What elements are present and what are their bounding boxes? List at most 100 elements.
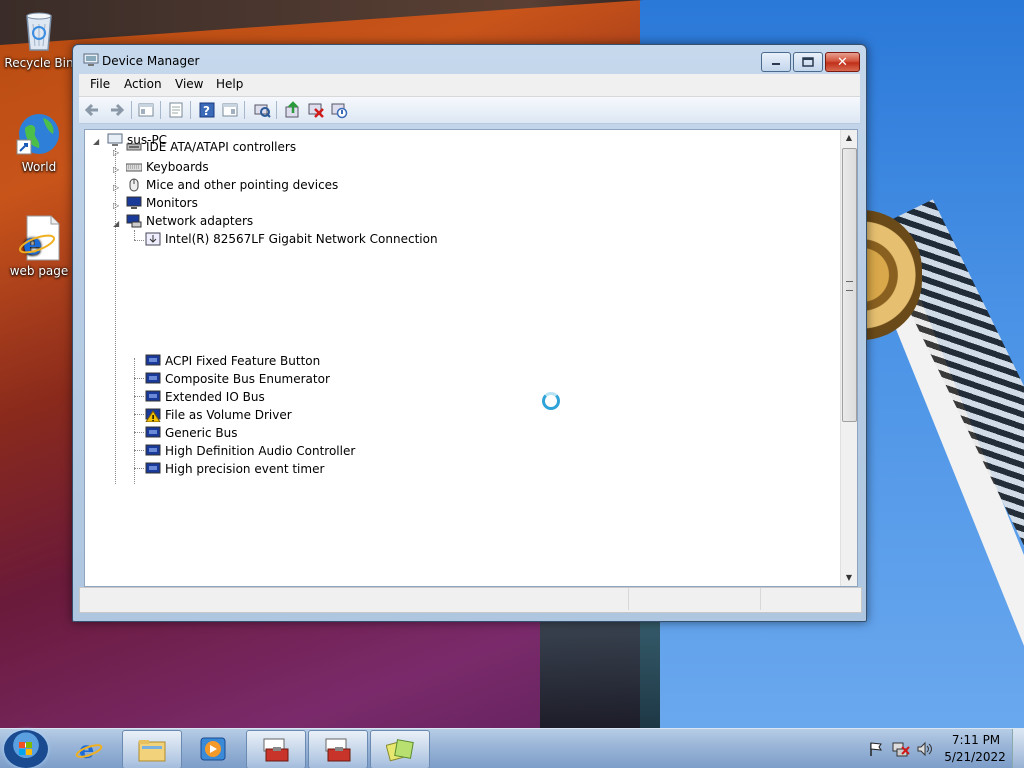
collapse-arrow-icon[interactable]: ◢ (93, 137, 102, 146)
globe-shortcut-icon (15, 110, 63, 158)
minimize-button[interactable] (761, 52, 791, 72)
expand-arrow-icon[interactable]: ▷ (113, 148, 122, 157)
tree-category-network-adapters[interactable]: Network adapters (126, 212, 253, 230)
tree-device-extended-io-bus[interactable]: Extended IO Bus (145, 388, 265, 406)
folder-icon (138, 737, 166, 763)
tree-connector (134, 432, 144, 433)
network-card-icon (145, 232, 161, 246)
clock-date[interactable]: 5/21/2022 (940, 750, 1010, 764)
menu-view[interactable]: View (175, 77, 203, 91)
update-driver-icon[interactable] (284, 101, 302, 119)
device-tree-pane[interactable]: ◢ sus-PC ▷ IDE ATA/ATAPI controllers ▷ K… (84, 129, 858, 587)
tree-device-acpi[interactable]: ACPI Fixed Feature Button (145, 354, 320, 368)
taskbar: e (0, 728, 1024, 768)
tree-connector (134, 358, 135, 484)
system-device-icon (145, 426, 161, 440)
tree-connector (115, 148, 116, 484)
svg-text:e: e (23, 227, 42, 262)
tree-category-keyboards[interactable]: Keyboards (125, 158, 209, 176)
show-desktop-button[interactable] (1012, 729, 1024, 768)
menu-bar: File Action View Help (79, 74, 860, 97)
device-manager-window[interactable]: Device Manager ✕ File Action View Help ?… (72, 44, 867, 622)
taskbar-media-player[interactable] (184, 730, 242, 767)
menu-action[interactable]: Action (124, 77, 162, 91)
title-bar[interactable]: Device Manager ✕ (73, 45, 866, 75)
tree-connector (134, 468, 144, 469)
disable-icon[interactable] (330, 101, 348, 119)
tree-connector (134, 230, 135, 240)
tree-connector (134, 450, 144, 451)
taskbar-sticky-notes[interactable] (370, 730, 430, 768)
tree-device-hpet[interactable]: High precision event timer (145, 460, 324, 478)
expand-arrow-icon[interactable]: ▷ (113, 201, 122, 210)
toolbar: ? (79, 97, 860, 124)
close-button[interactable]: ✕ (825, 52, 860, 72)
clock-time[interactable]: 7:11 PM (946, 733, 1006, 747)
minimize-icon (772, 63, 780, 65)
desktop-icon-web-page[interactable]: e web page (4, 214, 74, 278)
device-manager-icon (83, 53, 99, 67)
svg-text:e: e (79, 736, 94, 762)
tree-device-label: Extended IO Bus (165, 390, 265, 404)
scroll-up-icon[interactable]: ▲ (841, 130, 857, 146)
tree-category-label: Mice and other pointing devices (146, 178, 339, 192)
tree-device-generic-bus[interactable]: Generic Bus (145, 424, 237, 442)
tree-category-mice[interactable]: Mice and other pointing devices (126, 176, 338, 194)
system-device-icon (145, 354, 161, 368)
scan-hardware-icon[interactable] (253, 101, 271, 119)
tree-device-hd-audio-controller[interactable]: High Definition Audio Controller (145, 442, 355, 460)
action-pane-icon[interactable] (221, 101, 239, 119)
internet-explorer-icon: e (75, 735, 103, 764)
desktop-icon-recycle-bin[interactable]: Recycle Bin (4, 6, 74, 70)
status-bar (79, 587, 862, 613)
status-segment (628, 588, 761, 610)
tree-device-file-as-volume-driver[interactable]: File as Volume Driver (145, 406, 292, 424)
expand-arrow-icon[interactable]: ▷ (113, 183, 122, 192)
toolbar-separator (160, 101, 161, 119)
menu-file[interactable]: File (90, 77, 110, 91)
tree-device-label: Generic Bus (165, 426, 238, 440)
sticky-notes-icon (385, 737, 414, 763)
taskbar-internet-explorer[interactable]: e (60, 730, 118, 767)
tree-device-label: Intel(R) 82567LF Gigabit Network Connect… (165, 232, 438, 246)
start-button[interactable] (4, 730, 48, 768)
windows-logo-icon (19, 742, 32, 755)
toolbar-separator (131, 101, 132, 119)
computer-icon (107, 133, 123, 147)
properties-icon[interactable] (167, 101, 185, 119)
volume-icon[interactable] (916, 741, 934, 760)
taskbar-toolbox-2[interactable] (308, 730, 368, 768)
forward-arrow-icon[interactable] (107, 101, 125, 119)
tree-device-network-adapter[interactable]: Intel(R) 82567LF Gigabit Network Connect… (145, 230, 438, 248)
maximize-icon (802, 57, 814, 67)
action-center-flag-icon[interactable] (868, 741, 884, 760)
tree-device-composite-bus[interactable]: Composite Bus Enumerator (145, 370, 330, 388)
desktop-icon-world[interactable]: World (4, 110, 74, 174)
scroll-thumb[interactable] (842, 148, 857, 422)
uninstall-icon[interactable] (307, 101, 325, 119)
wallpaper-glass (540, 620, 660, 728)
system-device-icon (145, 444, 161, 458)
collapse-arrow-icon[interactable]: ◢ (113, 219, 122, 228)
tree-device-label: ACPI Fixed Feature Button (165, 354, 321, 368)
toolbar-separator (276, 101, 277, 119)
taskbar-toolbox-1[interactable] (246, 730, 306, 768)
tree-connector (134, 396, 144, 397)
show-hide-console-tree-icon[interactable] (137, 101, 155, 119)
system-device-icon (145, 372, 161, 386)
menu-help[interactable]: Help (216, 77, 243, 91)
desktop-icon-label: Recycle Bin (4, 56, 74, 70)
taskbar-windows-explorer[interactable] (122, 730, 182, 768)
vertical-scrollbar[interactable]: ▲ ▼ (840, 130, 857, 586)
maximize-button[interactable] (793, 52, 823, 72)
toolbox-icon (324, 737, 352, 763)
toolbar-separator (244, 101, 245, 119)
tree-category-monitors[interactable]: Monitors (126, 194, 198, 212)
scroll-down-icon[interactable]: ▼ (841, 570, 857, 586)
expand-arrow-icon[interactable]: ▷ (113, 165, 122, 174)
tree-category-label: Keyboards (146, 160, 209, 174)
network-warning-icon[interactable] (892, 741, 910, 760)
tree-category-ide[interactable]: IDE ATA/ATAPI controllers (126, 140, 296, 154)
help-icon[interactable]: ? (198, 101, 216, 119)
back-arrow-icon[interactable] (84, 101, 102, 119)
